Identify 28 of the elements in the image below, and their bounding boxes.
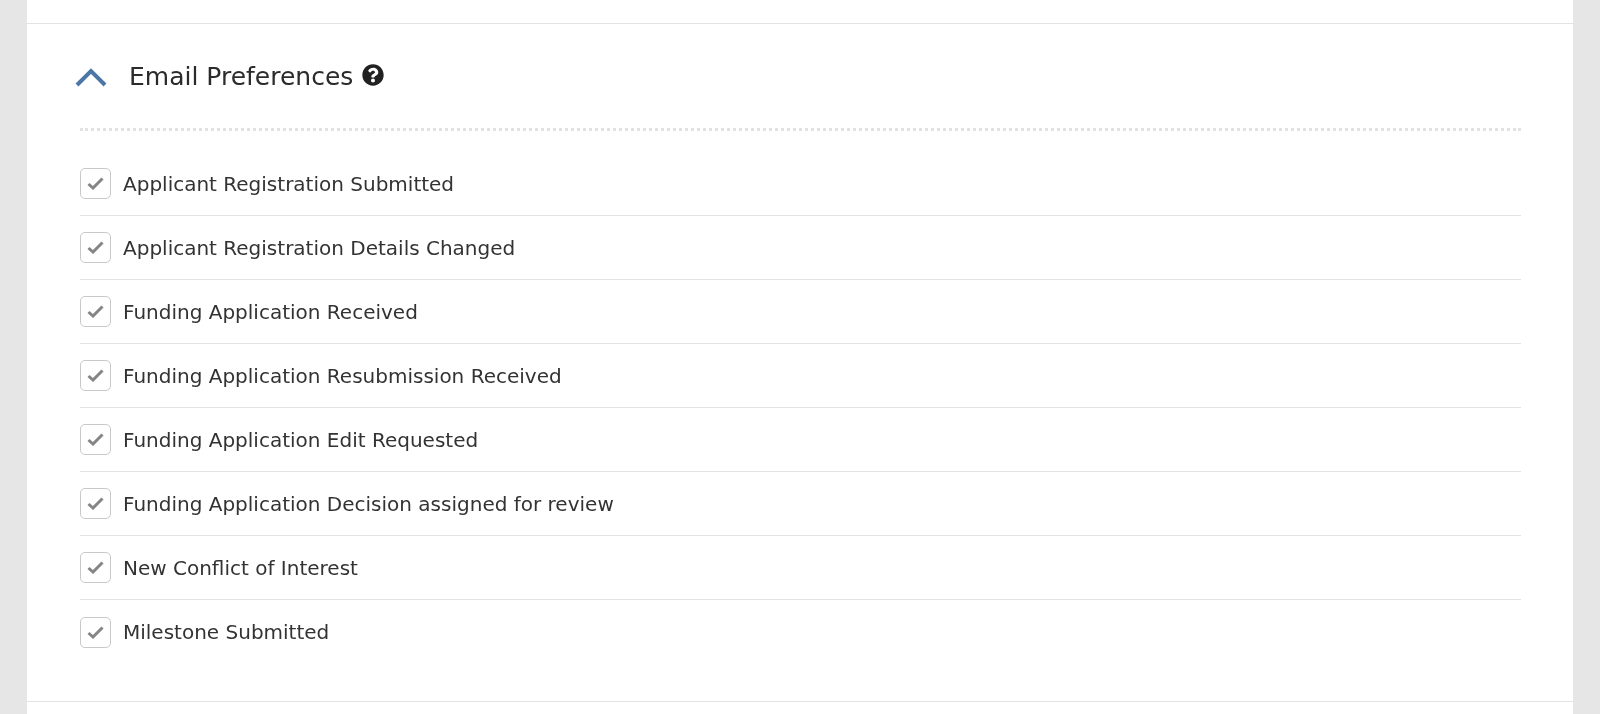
checkbox[interactable] <box>80 424 111 455</box>
preference-label: Milestone Submitted <box>123 619 330 646</box>
preference-label: Applicant Registration Details Changed <box>123 234 516 262</box>
check-icon <box>87 497 104 510</box>
chevron-up-icon <box>74 66 108 88</box>
checkbox[interactable] <box>80 296 111 327</box>
checkbox[interactable] <box>80 360 111 391</box>
check-icon <box>87 305 104 318</box>
check-icon <box>87 177 104 190</box>
check-icon <box>87 241 104 254</box>
preference-label: Funding Application Edit Requested <box>123 426 479 454</box>
check-icon <box>87 625 104 639</box>
preference-label: Funding Application Received <box>123 298 418 326</box>
check-icon <box>87 433 104 446</box>
checkbox[interactable] <box>80 232 111 263</box>
check-icon <box>87 369 104 382</box>
collapse-button[interactable] <box>74 66 108 88</box>
checkbox[interactable] <box>80 616 111 648</box>
help-icon[interactable] <box>362 64 385 86</box>
check-icon <box>87 561 104 574</box>
preference-label: Funding Application Decision assigned for review <box>123 490 614 518</box>
checkbox[interactable] <box>80 552 111 583</box>
preference-label: New Conflict of Interest <box>123 554 358 582</box>
checkbox[interactable] <box>80 488 111 519</box>
section-title: Email Preferences <box>129 61 354 93</box>
preference-label: Funding Application Resubmission Received <box>123 362 562 390</box>
checkbox[interactable] <box>80 168 111 199</box>
preference-label: Applicant Registration Submitted <box>123 170 455 198</box>
